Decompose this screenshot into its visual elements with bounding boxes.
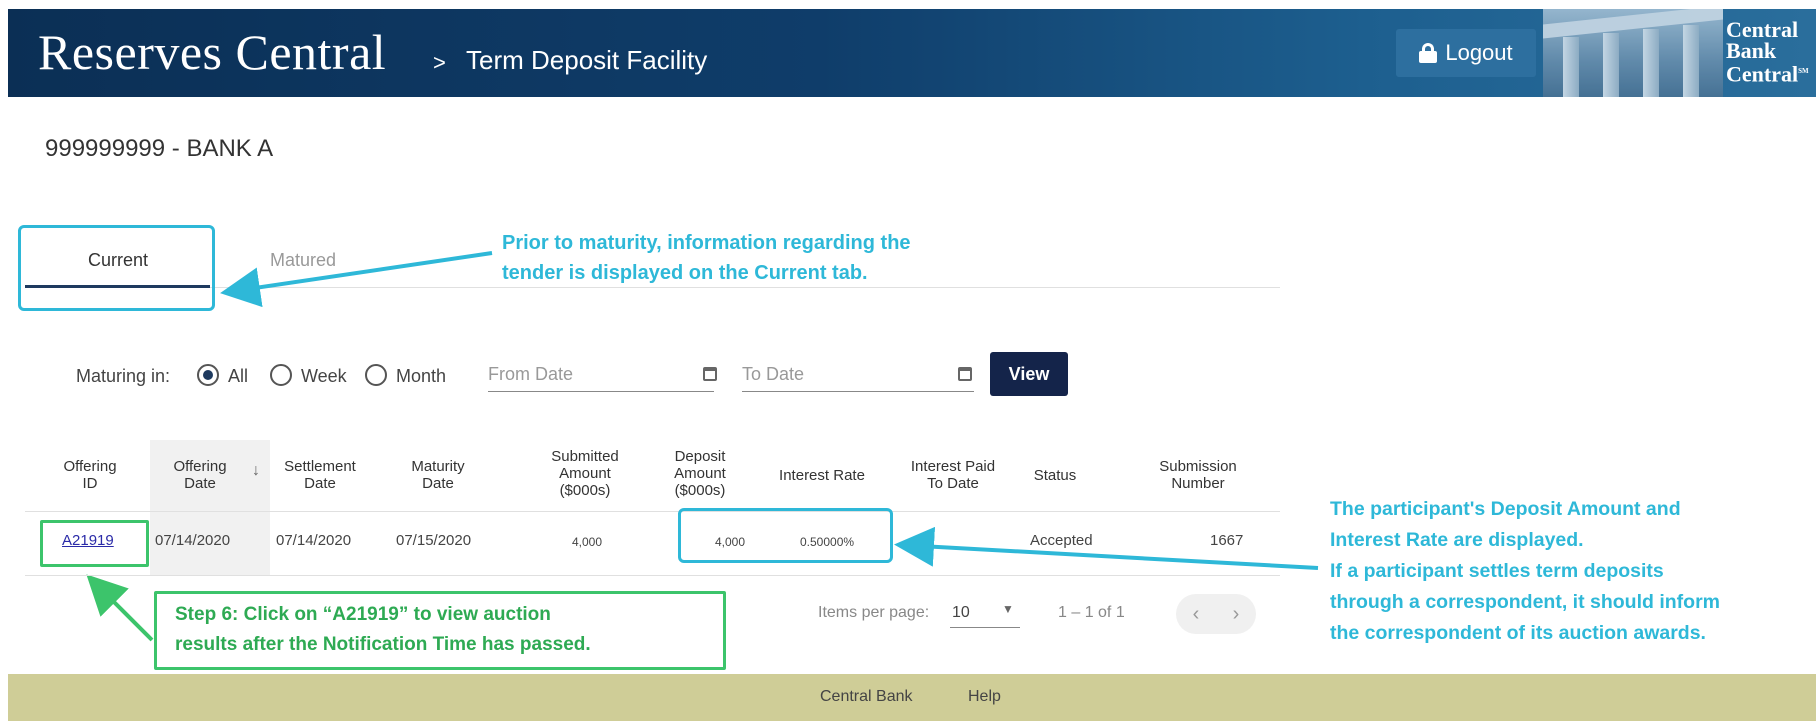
radio-week-label: Week — [301, 366, 347, 386]
col-header-settlement-date[interactable]: Settlement Date — [275, 458, 365, 492]
settlement-date-cell: 07/14/2020 — [276, 532, 352, 549]
radio-all-label: All — [228, 366, 249, 386]
col-header-maturity-date[interactable]: Maturity Date — [398, 458, 478, 492]
footer-link-help[interactable]: Help — [968, 688, 1001, 706]
maturing-filter-label: Maturing in: — [76, 366, 171, 386]
annotation-current-tab: Prior to maturity, information regarding… — [502, 232, 911, 284]
chevron-left-icon[interactable]: ‹ — [1193, 603, 1200, 626]
maturity-date-cell: 07/15/2020 — [396, 532, 472, 549]
arrow-to-current-tab — [220, 251, 493, 308]
offering-date-cell: 07/14/2020 — [155, 532, 231, 549]
col-header-deposit-amount[interactable]: Deposit Amount ($000s) — [665, 448, 735, 499]
col-header-submitted-amount[interactable]: Submitted Amount ($000s) — [540, 448, 630, 499]
submitted-amount-cell: 4,000 — [572, 535, 603, 549]
radio-week[interactable] — [270, 364, 292, 386]
annotation-step-6: Step 6: Click on “A21919” to view auctio… — [154, 591, 726, 670]
chevron-down-icon[interactable]: ▼ — [1002, 602, 1014, 616]
annotation-deposit-rate: The participant's Deposit Amount and Int… — [1330, 498, 1720, 644]
pagination-nav: ‹ › — [1176, 594, 1256, 634]
radio-all[interactable] — [197, 364, 219, 386]
status-cell: Accepted — [1030, 532, 1093, 549]
col-header-submission-number[interactable]: Submission Number — [1148, 458, 1248, 492]
arrow-to-deposit-amount — [894, 526, 1319, 570]
col-header-interest-paid[interactable]: Interest Paid To Date — [903, 458, 1003, 492]
footer: Central Bank Help — [8, 674, 1816, 721]
view-button[interactable]: View — [990, 352, 1068, 396]
radio-month-label: Month — [396, 366, 447, 386]
calendar-icon[interactable] — [958, 367, 972, 381]
col-header-offering-date[interactable]: Offering Date — [160, 458, 240, 492]
items-per-page-label: Items per page: — [818, 604, 930, 621]
to-date-input[interactable]: To Date — [742, 362, 974, 392]
col-header-interest-rate[interactable]: Interest Rate — [767, 467, 877, 484]
header-row-divider — [25, 511, 1280, 512]
row-divider — [25, 575, 1280, 576]
arrow-to-offering-link — [86, 574, 154, 642]
pagination-range: 1 – 1 of 1 — [1058, 604, 1125, 621]
radio-month[interactable] — [365, 364, 387, 386]
callout-box-offering-link — [40, 520, 149, 567]
callout-box-deposit-rate — [678, 508, 893, 563]
chevron-right-icon[interactable]: › — [1233, 603, 1240, 626]
sort-arrow-down-icon[interactable]: ↓ — [252, 462, 260, 480]
footer-link-central-bank[interactable]: Central Bank — [820, 688, 913, 706]
calendar-icon[interactable] — [703, 367, 717, 381]
col-header-offering-id[interactable]: Offering ID — [55, 458, 125, 492]
from-date-input[interactable]: From Date — [488, 362, 714, 392]
col-header-status[interactable]: Status — [1020, 467, 1090, 484]
submission-number-cell: 1667 — [1210, 532, 1244, 549]
